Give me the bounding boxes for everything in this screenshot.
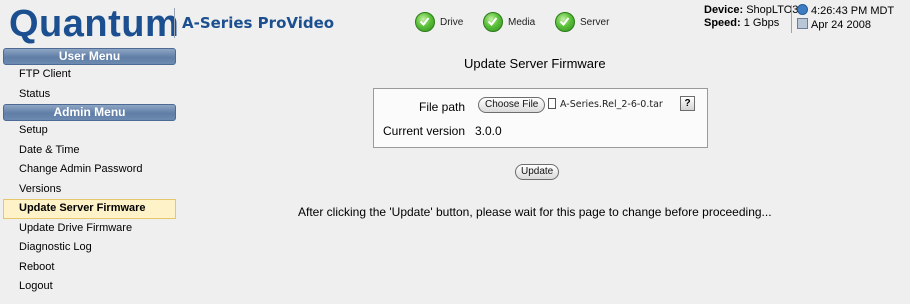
check-icon [415, 12, 435, 32]
page-title: Update Server Firmware [464, 56, 606, 71]
product-name: A-Series ProVideo [182, 14, 335, 32]
sidebar-item-date-time[interactable]: Date & Time [3, 141, 176, 161]
status-server-label: Server [580, 16, 610, 28]
check-icon [555, 12, 575, 32]
choose-file-button[interactable]: Choose File [478, 97, 546, 113]
quantum-logo: Quantum [9, 3, 180, 45]
status-media-label: Media [508, 16, 536, 28]
sidebar: User Menu FTP Client Status Admin Menu S… [3, 48, 176, 297]
check-icon [483, 12, 503, 32]
speed-value: 1 Gbps [743, 17, 780, 29]
user-menu-header: User Menu [3, 48, 176, 65]
firmware-form: File path Choose File A-Series.Rel_2-6-0… [373, 88, 708, 148]
sidebar-item-diagnostic-log[interactable]: Diagnostic Log [3, 238, 176, 258]
status-drive-label: Drive [440, 16, 464, 28]
time-info: 4:26:43 PM MDT Apr 24 2008 [797, 4, 894, 32]
speed-label: Speed: [704, 17, 741, 29]
current-version-value: 3.0.0 [475, 124, 502, 138]
time-value: 4:26:43 PM MDT [811, 5, 895, 17]
status-server: Server [555, 12, 609, 32]
sidebar-item-ftp-client[interactable]: FTP Client [3, 65, 176, 85]
status-media: Media [483, 12, 535, 32]
device-label: Device: [704, 4, 744, 16]
sidebar-item-change-admin-password[interactable]: Change Admin Password [3, 160, 176, 180]
clock-icon [797, 4, 808, 15]
sidebar-item-setup[interactable]: Setup [3, 121, 176, 141]
device-divider [791, 5, 792, 33]
sidebar-item-update-drive-firmware[interactable]: Update Drive Firmware [3, 219, 176, 239]
file-icon [548, 98, 556, 109]
current-version-label: Current version [383, 124, 466, 138]
admin-menu-header: Admin Menu [3, 104, 176, 121]
sidebar-item-logout[interactable]: Logout [3, 277, 176, 297]
calendar-icon [797, 18, 808, 29]
sidebar-item-status[interactable]: Status [3, 85, 176, 105]
sidebar-item-versions[interactable]: Versions [3, 180, 176, 200]
selected-file-name: A-Series.Rel_2-6-0.tar [560, 99, 663, 110]
status-drive: Drive [415, 12, 463, 32]
header-divider [174, 8, 175, 38]
header: Quantum A-Series ProVideo Drive Media Se… [0, 0, 910, 48]
date-value: Apr 24 2008 [811, 19, 871, 31]
update-button[interactable]: Update [515, 164, 560, 180]
update-notice: After clicking the 'Update' button, plea… [298, 205, 772, 219]
file-path-label: File path [419, 100, 466, 114]
sidebar-item-reboot[interactable]: Reboot [3, 258, 176, 278]
sidebar-item-update-server-firmware[interactable]: Update Server Firmware [3, 199, 176, 219]
help-button[interactable]: ? [680, 96, 695, 111]
